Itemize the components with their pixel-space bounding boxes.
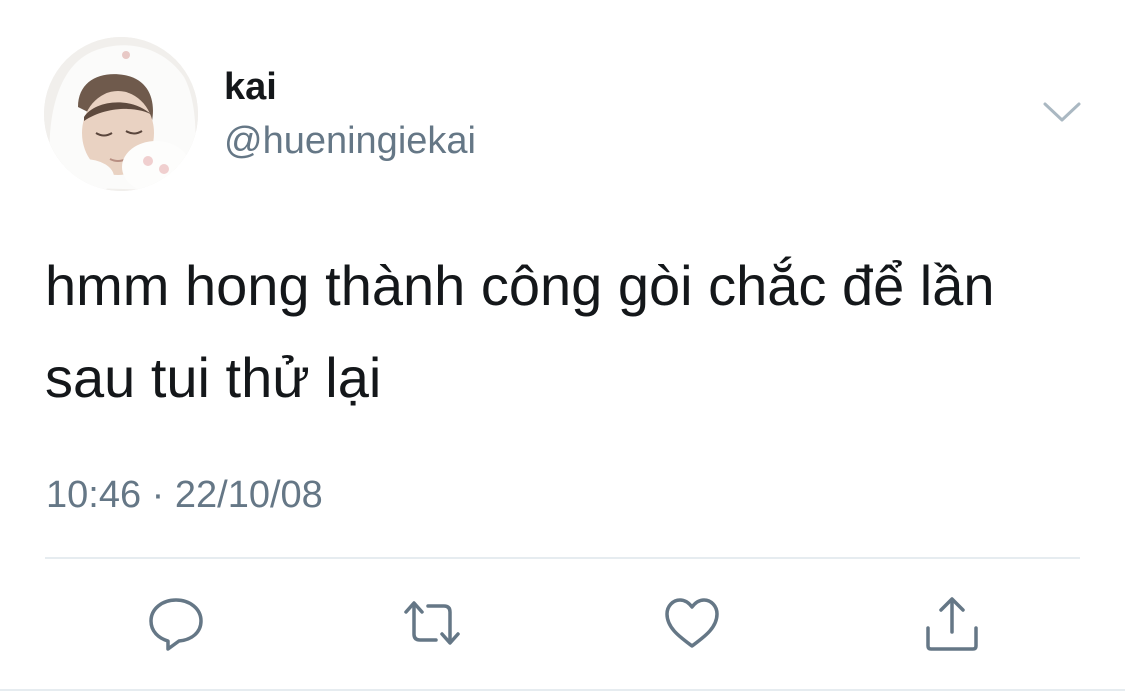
- retweet-button[interactable]: [402, 594, 462, 654]
- chevron-down-icon[interactable]: [1040, 94, 1084, 130]
- tweet-timestamp[interactable]: 10:46 · 22/10/08: [46, 472, 323, 518]
- retweet-icon: [404, 601, 460, 645]
- avatar[interactable]: [44, 37, 198, 191]
- share-button[interactable]: [922, 594, 982, 654]
- reply-button[interactable]: [146, 594, 206, 654]
- share-icon: [926, 597, 978, 651]
- reply-icon: [149, 598, 203, 651]
- heart-icon: [665, 598, 719, 648]
- tweet-text: hmm hong thành công gòi chắc để lần sau …: [45, 254, 1011, 409]
- like-button[interactable]: [662, 594, 722, 654]
- tweet-card: kai @hueningiekai hmm hong thành công gò…: [0, 0, 1125, 691]
- display-name[interactable]: kai: [224, 64, 277, 110]
- avatar-photo: [44, 37, 198, 191]
- divider: [45, 557, 1080, 559]
- action-bar: [0, 594, 1125, 654]
- user-handle[interactable]: @hueningiekai: [224, 118, 476, 164]
